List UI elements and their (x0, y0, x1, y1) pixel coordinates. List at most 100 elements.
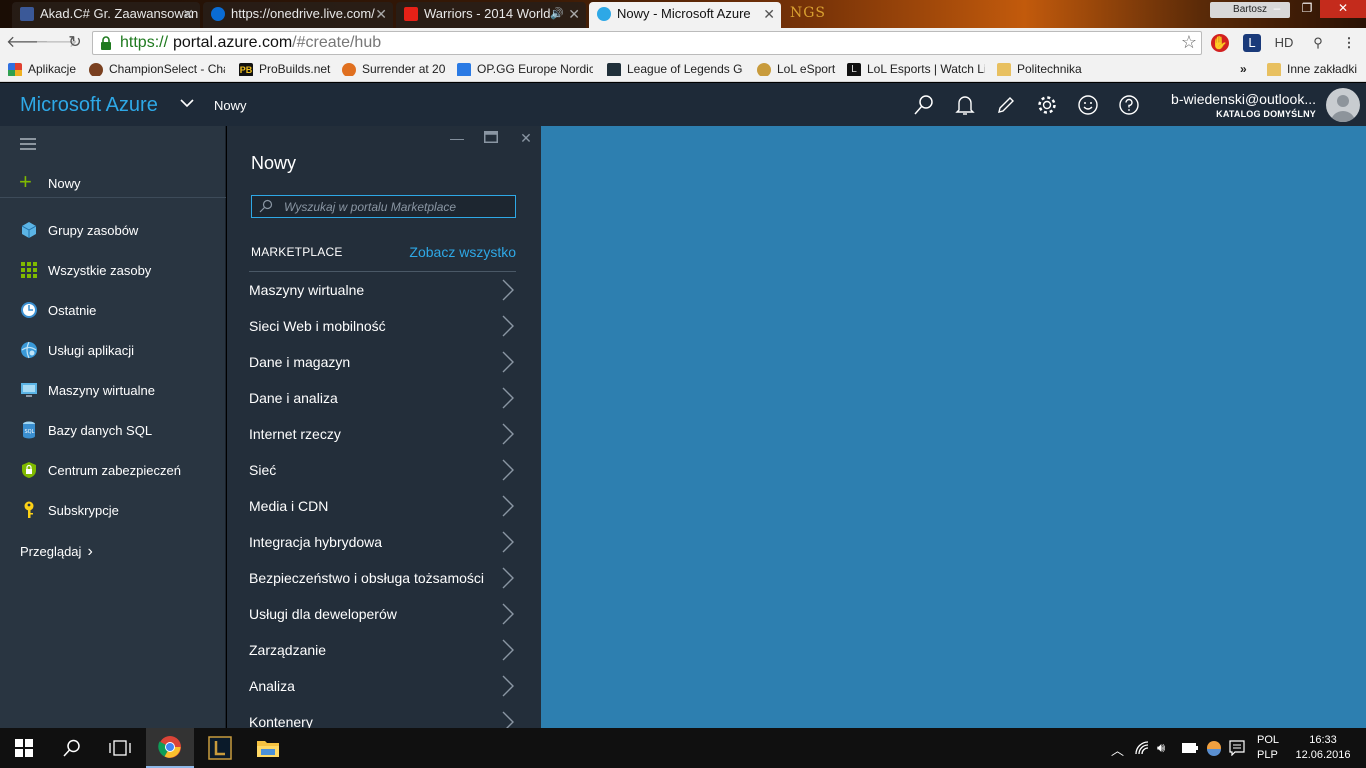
search-icon (913, 94, 933, 114)
edit-dashboard-button[interactable] (985, 83, 1026, 126)
chrome-taskbar-button[interactable] (146, 728, 194, 768)
back-button[interactable]: 🡐 (6, 32, 49, 54)
marketplace-category-item[interactable]: Integracja hybrydowa (227, 525, 541, 561)
bookmark-item[interactable]: OP.GG Europe Nordic (457, 62, 593, 76)
bookmark-folder[interactable]: Politechnika (997, 62, 1087, 76)
dashboard-area[interactable] (541, 126, 1366, 728)
notification-center-icon[interactable] (1229, 740, 1245, 756)
minimize-window-button[interactable]: – (1262, 0, 1292, 18)
tab-close-icon[interactable]: ✕ (568, 2, 580, 26)
bookmark-star-icon[interactable]: ☆ (1181, 32, 1197, 53)
tab-close-icon[interactable]: ✕ (763, 2, 775, 26)
bookmark-item[interactable]: League of Legends Ga (607, 62, 743, 76)
help-icon (1118, 94, 1139, 115)
marketplace-category-item[interactable]: Maszyny wirtualne (227, 273, 541, 309)
nav-new-button[interactable]: + Nowy (0, 168, 226, 198)
nav-new-label: Nowy (48, 176, 81, 191)
pencil-icon (997, 96, 1014, 113)
chevron-down-icon[interactable] (178, 94, 196, 112)
close-blade-button[interactable]: ✕ (515, 130, 537, 150)
avatar[interactable] (1326, 88, 1360, 122)
location-extension-icon[interactable]: ⚲ (1309, 34, 1327, 52)
marketplace-category-item[interactable]: Kontenery (227, 705, 541, 728)
marketplace-search-input[interactable] (284, 198, 509, 215)
task-view-button[interactable] (96, 728, 144, 768)
nav-item-all-resources[interactable]: Wszystkie zasoby (0, 251, 226, 291)
bookmarks-overflow-button[interactable]: » (1222, 62, 1247, 76)
maximize-blade-button[interactable] (480, 130, 502, 150)
notifications-button[interactable] (944, 83, 985, 126)
nav-item-label: Ostatnie (48, 303, 97, 318)
marketplace-category-item[interactable]: Internet rzeczy (227, 417, 541, 453)
nav-item-resource-groups[interactable]: Grupy zasobów (0, 211, 226, 251)
category-label: Integracja hybrydowa (249, 534, 383, 550)
other-bookmarks-folder[interactable]: Inne zakładki (1267, 62, 1363, 76)
start-button[interactable] (0, 728, 48, 768)
taskbar-clock[interactable]: 16:33 12.06.2016 (1295, 733, 1351, 763)
nav-item-label: Subskrypcje (48, 503, 119, 518)
battery-icon[interactable] (1182, 743, 1198, 753)
reload-button[interactable]: ↻ (64, 32, 86, 54)
browser-tab[interactable]: Akad.C# Gr. Zaawansowan ✕ (12, 2, 200, 28)
nav-item-recent[interactable]: Ostatnie (0, 291, 226, 331)
marketplace-search-box[interactable] (251, 195, 516, 218)
minimize-blade-button[interactable]: — (446, 130, 468, 150)
bookmark-item[interactable]: LoL eSport (757, 62, 837, 76)
league-client-taskbar-button[interactable] (196, 728, 244, 768)
feedback-button[interactable] (1067, 83, 1108, 126)
lol-extension-icon[interactable]: L (1243, 34, 1261, 52)
address-bar[interactable]: https:// portal.azure.com/#create/hub ☆ (92, 31, 1202, 55)
browser-tab[interactable]: https://onedrive.live.com/ ✕ (203, 2, 393, 28)
search-button[interactable] (48, 728, 96, 768)
restore-window-button[interactable]: ❐ (1292, 0, 1322, 18)
azure-cloud-icon (597, 7, 611, 21)
file-explorer-taskbar-button[interactable] (244, 728, 292, 768)
search-button[interactable] (903, 83, 944, 126)
browser-tab[interactable]: Warriors - 2014 World 🔊 ✕ (396, 2, 586, 28)
bookmark-item[interactable]: ChampionSelect - Cha (89, 62, 225, 76)
audio-playing-icon: 🔊 (550, 8, 564, 20)
bookmark-item[interactable]: Surrender at 20 (342, 62, 448, 76)
marketplace-category-item[interactable]: Sieci Web i mobilność (227, 309, 541, 345)
nav-item-virtual-machines[interactable]: Maszyny wirtualne (0, 371, 226, 411)
tab-close-icon[interactable]: ✕ (182, 2, 194, 26)
chevron-right-icon (502, 459, 514, 481)
see-all-link[interactable]: Zobacz wszystko (409, 244, 516, 260)
browser-tab-active[interactable]: Nowy - Microsoft Azure ✕ (589, 2, 781, 28)
show-hidden-icons-button[interactable]: ︿ (1111, 740, 1124, 759)
user-account-menu[interactable]: b-wiedenski@outlook... KATALOG DOMYŚLNY (1171, 91, 1316, 119)
input-language-indicator[interactable]: POL PLP (1257, 733, 1279, 763)
marketplace-category-item[interactable]: Analiza (227, 669, 541, 705)
bookmark-item[interactable]: PB ProBuilds.net (239, 62, 333, 76)
hd-extension-icon[interactable]: HD (1271, 34, 1297, 52)
help-button[interactable] (1108, 83, 1149, 126)
marketplace-category-item[interactable]: Media i CDN (227, 489, 541, 525)
nav-browse-button[interactable]: Przeglądaj › (20, 543, 93, 561)
tab-close-icon[interactable]: ✕ (375, 2, 387, 26)
hamburger-menu-icon[interactable] (20, 138, 36, 150)
settings-button[interactable] (1026, 83, 1067, 126)
nav-item-security-center[interactable]: Centrum zabezpieczeń (0, 451, 226, 491)
bookmark-item[interactable]: L LoL Esports | Watch Li (847, 62, 985, 76)
marketplace-category-item[interactable]: Usługi dla deweloperów (227, 597, 541, 633)
marketplace-category-item[interactable]: Dane i analiza (227, 381, 541, 417)
lol-esport-icon (757, 63, 771, 76)
forward-button[interactable]: 🡒 (35, 32, 78, 54)
adblock-extension-icon[interactable]: ✋ (1211, 34, 1229, 52)
chrome-menu-icon[interactable]: ⋮ (1340, 34, 1358, 52)
nav-item-subscriptions[interactable]: Subskrypcje (0, 491, 226, 531)
bookmark-apps[interactable]: Aplikacje (8, 62, 82, 76)
marketplace-category-item[interactable]: Dane i magazyn (227, 345, 541, 381)
marketplace-category-item[interactable]: Sieć (227, 453, 541, 489)
wifi-icon[interactable] (1135, 741, 1151, 755)
volume-icon[interactable]: 🔊︎ (1157, 740, 1165, 756)
category-label: Internet rzeczy (249, 426, 341, 442)
marketplace-category-item[interactable]: Bezpieczeństwo i obsługa tożsamości (227, 561, 541, 597)
nav-item-app-services[interactable]: Usługi aplikacji (0, 331, 226, 371)
azure-brand-link[interactable]: Microsoft Azure (20, 94, 158, 117)
breadcrumb[interactable]: Nowy (214, 98, 247, 113)
marketplace-category-item[interactable]: Zarządzanie (227, 633, 541, 669)
close-window-button[interactable]: ✕ (1320, 0, 1366, 18)
nav-item-sql-databases[interactable]: SQL Bazy danych SQL (0, 411, 226, 451)
weather-app-icon[interactable] (1206, 740, 1222, 756)
